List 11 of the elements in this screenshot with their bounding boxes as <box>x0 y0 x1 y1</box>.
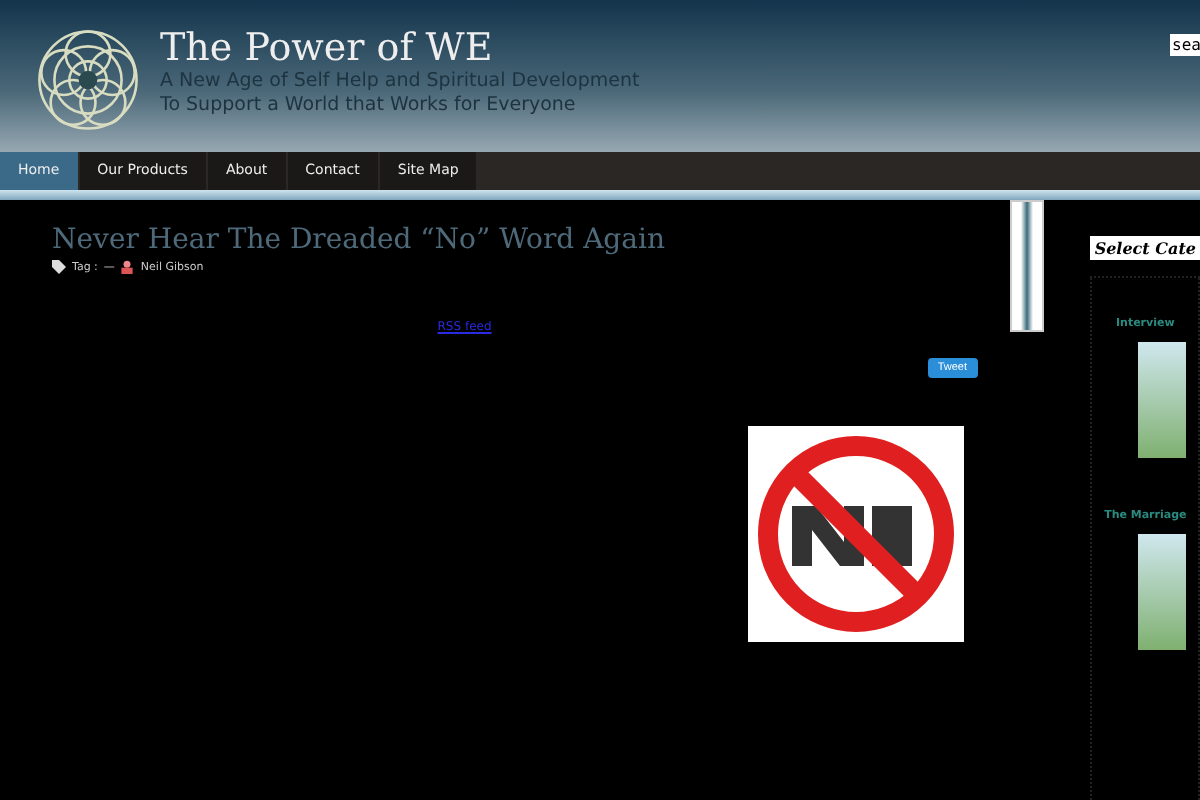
vine-picture <box>1009 200 1045 332</box>
person-icon <box>120 260 135 274</box>
site-tagline: To Support a World that Works for Everyone <box>160 94 578 118</box>
sidebar-heading: Select Cate <box>1090 236 1200 260</box>
search-field[interactable]: sea <box>1170 34 1200 56</box>
mandala-logo-icon <box>32 24 144 136</box>
book-cover[interactable] <box>1137 342 1186 458</box>
tag-icon <box>52 260 66 274</box>
site-title[interactable]: The Power of WE <box>160 26 640 70</box>
post-title: Never Hear The Dreaded “No” Word Again <box>52 224 667 256</box>
book-cover[interactable] <box>1137 534 1186 650</box>
